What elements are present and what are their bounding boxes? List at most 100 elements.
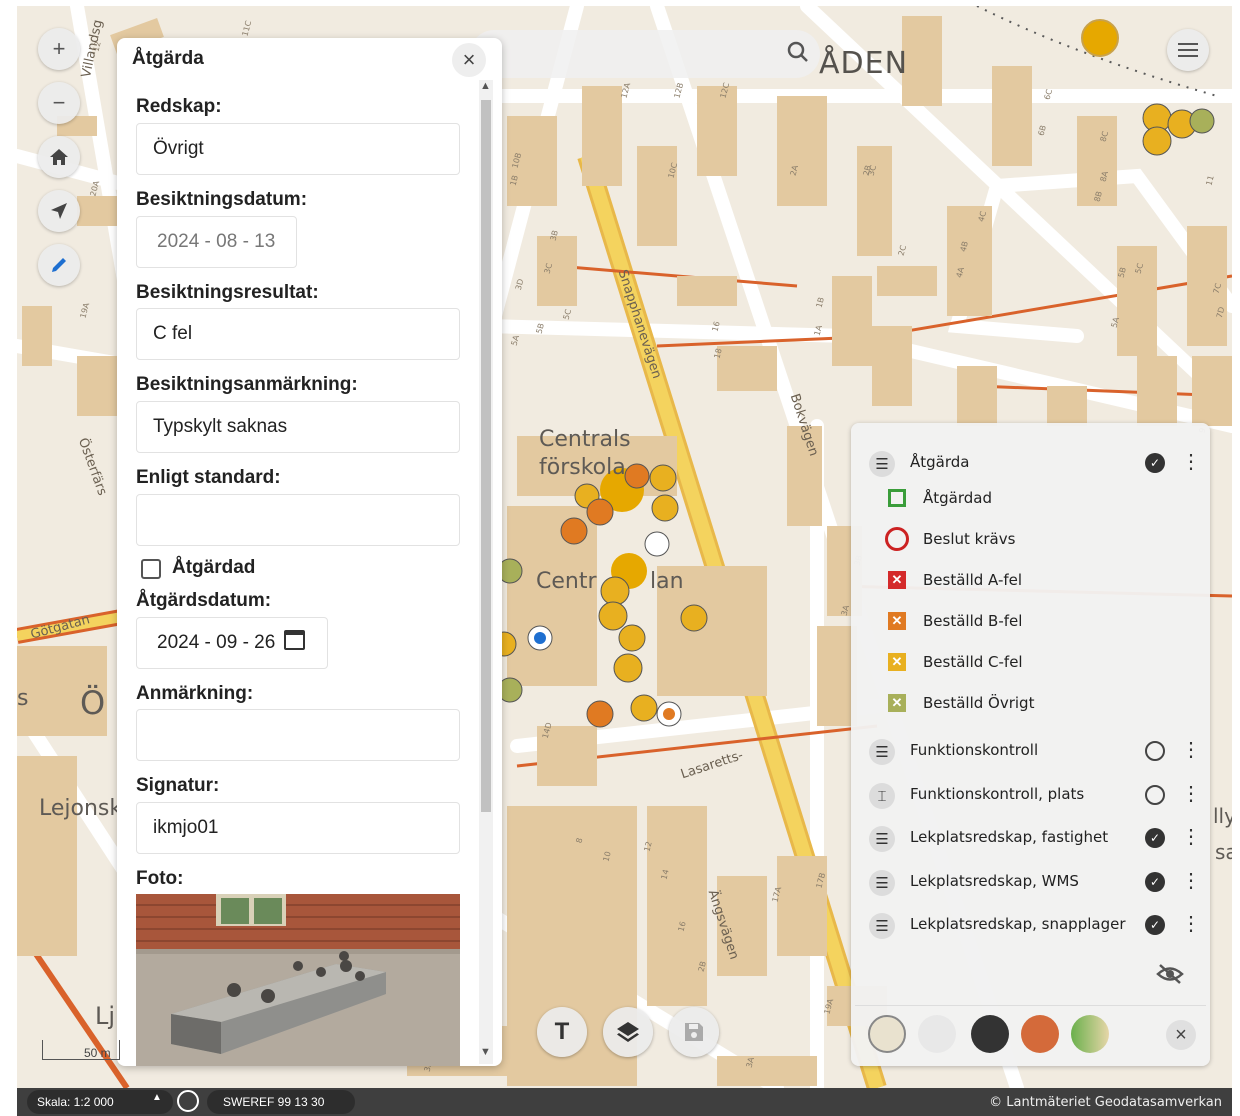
legend-item-label: Beslut krävs [923,530,1016,548]
hidden-circle-icon[interactable] [1145,785,1165,805]
save-button[interactable] [669,1007,719,1057]
anmarkning-field[interactable] [136,709,460,761]
hamburger-menu-icon [1178,43,1198,57]
zoom-in-button[interactable]: + [38,28,80,70]
legend-group-label: Lekplatsredskap, WMS [910,872,1079,890]
panel-title: Åtgärda [132,48,204,69]
list-icon: ☰ [869,826,895,852]
menu-button[interactable] [1167,29,1209,71]
map-label-centr: Centr [536,569,597,594]
legend-item-row: ✕ Beställd B-fel [851,602,1210,638]
more-options-icon[interactable]: ⋮ [1181,911,1201,936]
hidden-circle-icon[interactable] [1145,741,1165,761]
legend-group-label: Funktionskontroll, plats [910,785,1085,803]
home-button[interactable] [38,136,80,178]
map-label-s: s [17,686,29,711]
legend-item-label: Beställd A-fel [923,571,1023,589]
legend-group-row[interactable]: ⌶ Funktionskontroll, plats ⋮ [851,775,1210,811]
yellow-x-square-icon: ✕ [888,653,906,671]
edit-button[interactable] [38,244,80,286]
close-icon: × [1175,1023,1187,1046]
map-label-lejons: Lejonsk [39,796,123,821]
more-options-icon[interactable]: ⋮ [1181,824,1201,849]
visible-check-icon[interactable]: ✓ [1145,828,1165,848]
besiktningsresultat-label: Besiktningsresultat: [136,282,319,303]
map-label-sal: sal [1215,840,1232,864]
map-label-lj: Lj [95,1002,116,1030]
search-bar[interactable] [470,30,820,78]
besiktningsdatum-field[interactable]: 2024 - 08 - 13 [136,216,297,268]
bracket-icon: ⌶ [869,783,895,809]
more-options-icon[interactable]: ⋮ [1181,737,1201,762]
crs-display[interactable]: SWEREF 99 13 30 [207,1090,355,1114]
atgardad-checkbox[interactable] [141,559,161,579]
home-icon [50,149,68,165]
enligt-standard-field[interactable] [136,494,460,546]
close-icon: × [462,47,476,72]
panel-close-button[interactable]: × [452,43,486,77]
search-icon[interactable] [786,40,810,64]
scale-selector[interactable]: Skala: 1:2 000 ▲ [27,1090,173,1114]
legend-item-row: ✕ Beställd Övrigt [851,684,1210,720]
calendar-icon[interactable] [284,630,305,650]
visible-check-icon[interactable]: ✓ [1145,915,1165,935]
red-x-square-icon: ✕ [888,571,906,589]
legend-group-label: Funktionskontroll [910,741,1039,759]
legend-divider [855,1005,1206,1006]
legend-item-row: ✕ Beställd C-fel [851,643,1210,679]
atgardad-label[interactable]: Åtgärdad [172,557,255,579]
basemap-dark-button[interactable] [971,1015,1009,1053]
scroll-down-icon[interactable]: ▼ [480,1046,491,1058]
besiktningsanmarkning-label: Besiktningsanmärkning: [136,374,358,395]
locate-button[interactable] [38,190,80,232]
layers-icon [617,1022,639,1042]
legend-item-row: Åtgärdad [851,479,1210,515]
map-label-preschool: Centrals förskola [539,427,631,480]
legend-group-row[interactable]: ☰ Lekplatsredskap, snapplager ✓ ⋮ [851,905,1210,941]
legend-group-label: Lekplatsredskap, snapplager [910,915,1126,933]
more-options-icon[interactable]: ⋮ [1181,781,1201,806]
visible-check-icon[interactable]: ✓ [1145,872,1165,892]
legend-item-label: Beställd C-fel [923,653,1023,671]
orange-x-square-icon: ✕ [888,612,906,630]
legend-group-row[interactable]: ☰ Funktionskontroll ⋮ [851,731,1210,767]
list-icon: ☰ [869,451,895,477]
basemap-orto-button[interactable] [1021,1015,1059,1053]
minus-icon: − [52,90,66,115]
legend-item-row: Beslut krävs [851,520,1210,556]
legend-close-button[interactable]: × [1166,1020,1196,1050]
text-tool-button[interactable]: T [537,1007,587,1057]
besiktningsresultat-field[interactable]: C fel [136,308,460,360]
legend-group-row[interactable]: ☰ Lekplatsredskap, fastighet ✓ ⋮ [851,818,1210,854]
signatur-label: Signatur: [136,775,220,796]
redskap-label: Redskap: [136,96,222,117]
photo-image [136,894,460,1066]
green-square-icon [888,489,906,507]
legend-item-row: ✕ Beställd A-fel [851,561,1210,597]
eye-off-icon[interactable] [1156,963,1184,991]
more-options-icon[interactable]: ⋮ [1181,449,1201,474]
legend-group-label: Åtgärda [910,453,970,471]
anmarkning-label: Anmärkning: [136,683,254,704]
legend-group-row[interactable]: ☰ Åtgärda ✓ ⋮ [851,443,1210,479]
layers-button[interactable] [603,1007,653,1057]
equipment-photo[interactable] [136,894,460,1066]
legend-item-label: Beställd Övrigt [923,694,1035,712]
crosshair-icon[interactable] [177,1090,199,1112]
legend-group-label: Lekplatsredskap, fastighet [910,828,1109,846]
basemap-topo-button[interactable] [1071,1015,1109,1053]
more-options-icon[interactable]: ⋮ [1181,868,1201,893]
basemap-color-button[interactable] [868,1015,906,1053]
scroll-up-icon[interactable]: ▲ [480,80,491,92]
legend-group-row[interactable]: ☰ Lekplatsredskap, WMS ✓ ⋮ [851,862,1210,898]
zoom-out-button[interactable]: − [38,82,80,124]
redskap-field[interactable]: Övrigt [136,123,460,175]
crs-text: SWEREF 99 13 30 [223,1095,325,1109]
basemap-gray-button[interactable] [918,1015,956,1053]
signatur-field[interactable]: ikmjo01 [136,802,460,854]
olive-x-square-icon: ✕ [888,694,906,712]
besiktningsanmarkning-field[interactable]: Typskylt saknas [136,401,460,453]
atgardsdatum-label: Åtgärdsdatum: [136,590,272,611]
panel-scroll-thumb[interactable] [481,100,491,812]
visible-check-icon[interactable]: ✓ [1145,453,1165,473]
